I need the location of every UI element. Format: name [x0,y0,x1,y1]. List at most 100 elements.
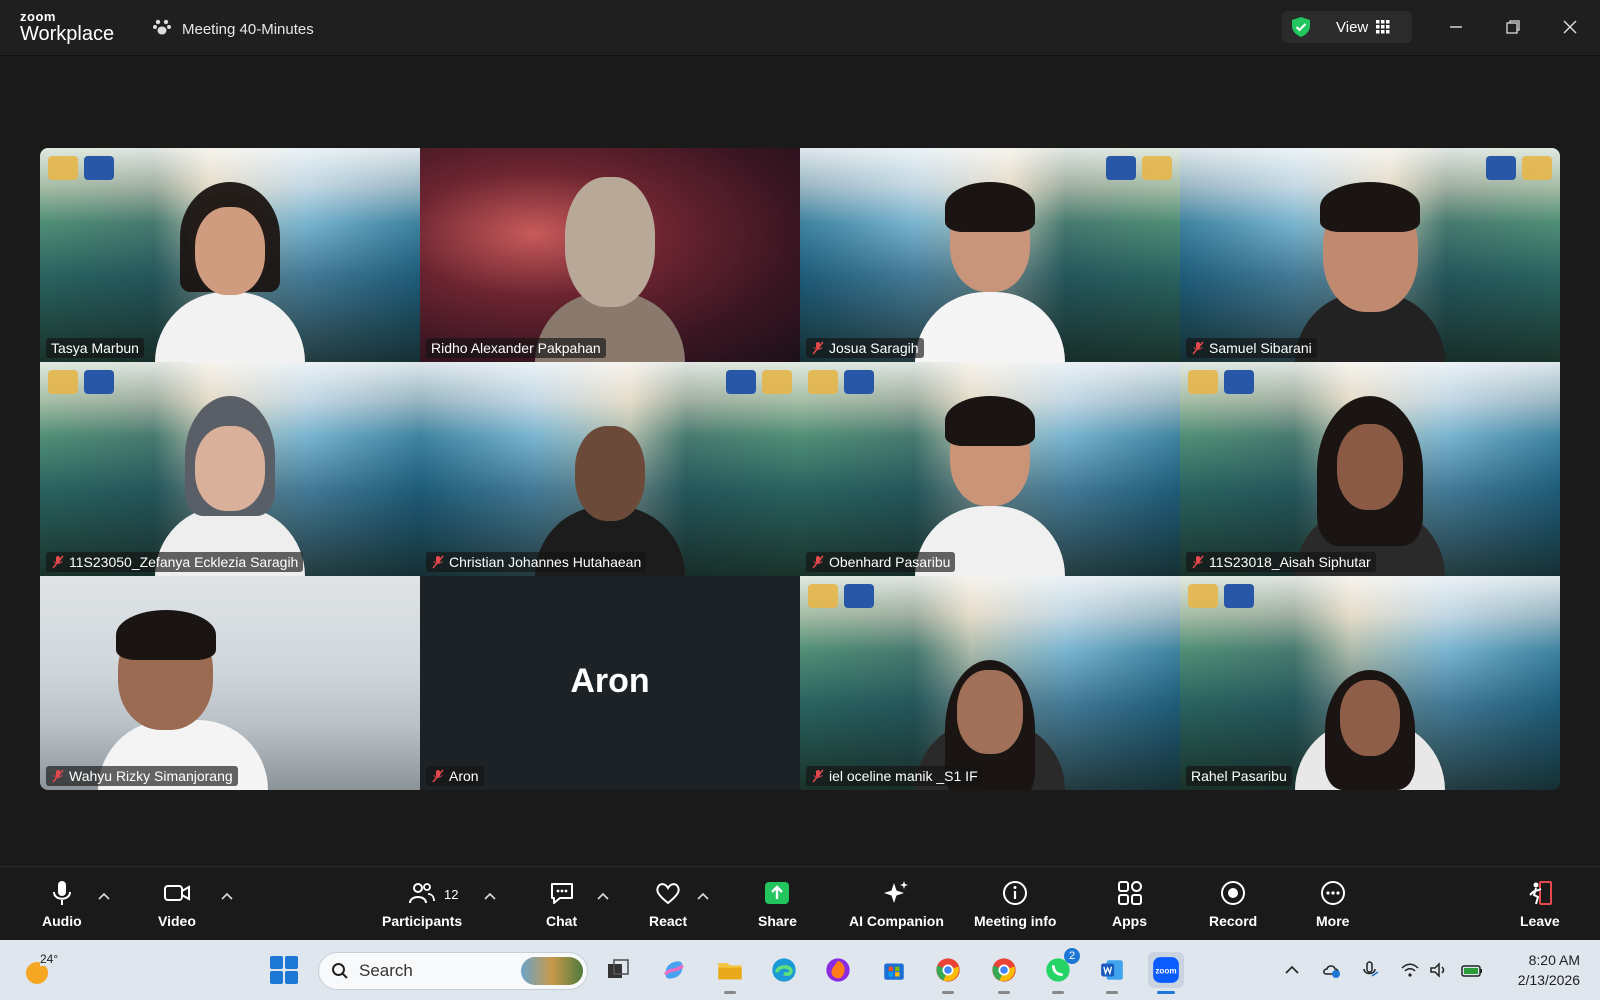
microsoft-store-icon[interactable] [876,952,912,988]
muted-mic-icon [1192,341,1204,355]
grid-icon [1376,20,1390,34]
meeting-toolbar: Audio Video Participants 12 Chat React S… [0,866,1600,940]
participant-video [155,386,305,576]
participants-button[interactable]: Participants [382,877,462,929]
record-label: Record [1209,913,1258,929]
windows-start-icon[interactable] [270,956,298,984]
more-icon [1319,877,1347,909]
firefox-icon[interactable] [820,952,856,988]
participant-name-tag: Rahel Pasaribu [1186,766,1292,786]
video-button[interactable]: Video [158,877,196,929]
volume-icon[interactable] [1428,960,1448,980]
show-hidden-icons-chevron-icon[interactable] [1282,960,1302,980]
video-options-chevron-icon[interactable] [221,887,235,900]
chat-options-chevron-icon[interactable] [597,887,611,900]
video-tile[interactable]: 11S23018_Aisah Siphutar [1180,362,1560,576]
chrome-icon[interactable] [930,952,966,994]
ai-companion-button[interactable]: AI Companion [849,877,944,929]
audio-options-chevron-icon[interactable] [98,887,112,900]
clock-time: 8:20 AM [1528,952,1580,968]
institution-logo [48,156,114,180]
onedrive-status-icon[interactable] [1322,960,1342,980]
search-placeholder: Search [359,961,413,980]
participant-name-tag: iel oceline manik _S1 IF [806,766,983,786]
audio-button[interactable]: Audio [42,877,82,929]
ai-companion-label: AI Companion [849,913,944,929]
participant-video [1295,600,1445,790]
view-button[interactable]: View [1282,11,1412,43]
close-button[interactable] [1556,14,1584,40]
participant-name: Ridho Alexander Pakpahan [431,340,601,356]
institution-logo [726,370,792,394]
leave-icon [1526,877,1554,909]
participant-name-tag: Obenhard Pasaribu [806,552,956,572]
react-button[interactable]: React [649,877,687,929]
video-tile-video-off[interactable]: Aron Aron [420,576,800,790]
video-off-name: Aron [570,662,650,700]
restore-icon [1506,20,1520,34]
sparkle-icon [882,877,910,909]
minimize-icon [1450,26,1462,28]
video-tile[interactable]: Josua Saragih [800,148,1180,362]
word-icon[interactable] [1094,952,1130,994]
video-tile[interactable]: iel oceline manik _S1 IF [800,576,1180,790]
meeting-title-text: Meeting 40-Minutes [182,20,314,38]
search-icon [332,963,348,979]
video-tile[interactable]: Obenhard Pasaribu [800,362,1180,576]
wifi-icon[interactable] [1400,960,1420,980]
institution-logo [1106,156,1172,180]
system-clock[interactable]: 8:20 AM 2/13/2026 [1490,950,1580,990]
zoom-app-icon[interactable]: zoom [1148,952,1184,994]
meeting-info-label: Meeting info [974,913,1057,929]
gallery-grid: Tasya Marbun Ridho Alexander Pakpahan Jo… [40,148,1560,790]
apps-icon [1116,877,1144,909]
muted-mic-icon [1192,555,1204,569]
participant-video [535,386,685,576]
participants-count: 12 [444,887,459,902]
video-tile[interactable]: 11S23050_Zefanya Ecklezia Saragih [40,362,420,576]
video-tile[interactable]: Samuel Sibarani [1180,148,1560,362]
participant-video [915,172,1065,362]
share-label: Share [758,913,797,929]
react-label: React [649,913,688,929]
chat-button[interactable]: Chat [546,877,577,929]
whatsapp-notification-badge: 2 [1064,948,1080,964]
share-screen-icon [763,877,791,909]
copilot-icon[interactable] [656,952,692,988]
participant-name-tag: Tasya Marbun [46,338,144,358]
participant-name-tag: Aron [426,766,484,786]
chrome-profile-icon[interactable] [986,952,1022,994]
microphone-in-use-icon[interactable] [1360,960,1380,980]
restore-button[interactable] [1499,14,1527,40]
title-bar: zoom Workplace Meeting 40-Minutes View [0,0,1600,56]
meeting-info-button[interactable]: Meeting info [974,877,1056,929]
security-shield-icon[interactable] [1290,16,1312,38]
minimize-button[interactable] [1442,14,1470,40]
more-label: More [1316,913,1350,929]
weather-widget[interactable]: 24° [22,952,59,986]
video-tile-active-speaker[interactable]: Ridho Alexander Pakpahan [420,148,800,362]
whatsapp-icon[interactable]: 2 [1040,948,1080,994]
battery-charging-icon[interactable] [1460,960,1482,980]
react-options-chevron-icon[interactable] [697,887,711,900]
share-button[interactable]: Share [758,877,797,929]
more-button[interactable]: More [1316,877,1349,929]
video-tile[interactable]: Christian Johannes Hutahaean [420,362,800,576]
video-stage: Tasya Marbun Ridho Alexander Pakpahan Jo… [0,56,1600,866]
task-view-icon[interactable] [600,952,636,988]
leave-button[interactable]: Leave [1520,877,1560,929]
file-explorer-icon[interactable] [712,952,748,994]
participant-name-tag: Josua Saragih [806,338,924,358]
record-icon [1219,877,1247,909]
info-icon [1001,877,1029,909]
video-tile[interactable]: Wahyu Rizky Simanjorang [40,576,420,790]
video-tile[interactable]: Rahel Pasaribu [1180,576,1560,790]
meeting-title[interactable]: Meeting 40-Minutes [152,17,314,41]
participant-name: Christian Johannes Hutahaean [449,554,642,570]
apps-button[interactable]: Apps [1112,877,1147,929]
video-tile[interactable]: Tasya Marbun [40,148,420,362]
taskbar-search[interactable]: Search [318,952,588,990]
edge-browser-icon[interactable] [766,952,802,988]
record-button[interactable]: Record [1209,877,1257,929]
participants-options-chevron-icon[interactable] [484,887,498,900]
